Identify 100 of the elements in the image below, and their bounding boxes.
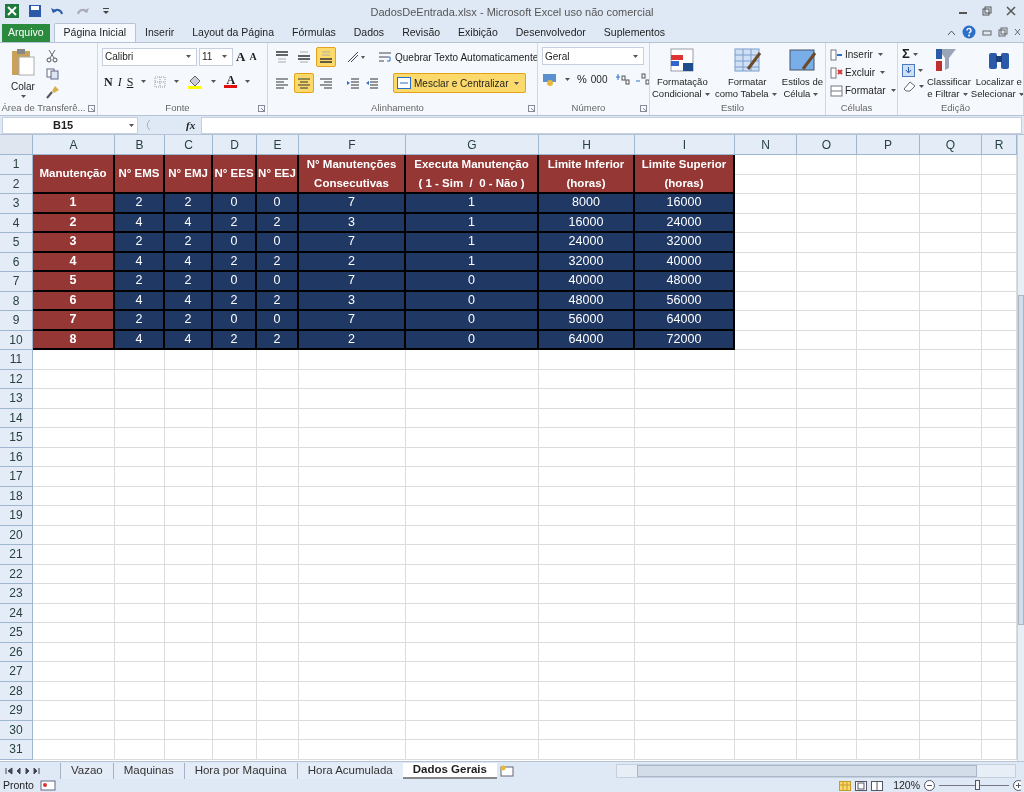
empty-cell[interactable] bbox=[406, 428, 539, 448]
empty-cell[interactable] bbox=[635, 603, 735, 623]
empty-cell[interactable] bbox=[257, 525, 299, 545]
empty-cell[interactable] bbox=[635, 681, 735, 701]
empty-cell[interactable] bbox=[115, 623, 165, 643]
empty-cell[interactable] bbox=[165, 662, 213, 682]
empty-cell[interactable] bbox=[920, 642, 982, 662]
sheet-tab[interactable]: Dados Gerais bbox=[402, 762, 497, 779]
empty-cell[interactable] bbox=[735, 486, 797, 506]
empty-cell[interactable] bbox=[857, 330, 920, 350]
decrease-decimal-icon[interactable] bbox=[635, 73, 649, 86]
empty-cell[interactable] bbox=[920, 350, 982, 370]
empty-cell[interactable] bbox=[406, 408, 539, 428]
row-header[interactable]: 31 bbox=[0, 740, 33, 760]
empty-cell[interactable] bbox=[797, 506, 857, 526]
empty-cell[interactable] bbox=[797, 525, 857, 545]
ribbon-tab[interactable]: Dados bbox=[344, 23, 394, 42]
empty-cell[interactable] bbox=[797, 330, 857, 350]
row-header[interactable]: 19 bbox=[0, 506, 33, 526]
empty-cell[interactable] bbox=[213, 389, 257, 409]
empty-cell[interactable] bbox=[797, 350, 857, 370]
empty-cell[interactable] bbox=[539, 506, 635, 526]
empty-cell[interactable] bbox=[539, 408, 635, 428]
help-icon[interactable] bbox=[962, 25, 976, 39]
empty-cell[interactable] bbox=[797, 584, 857, 604]
empty-cell[interactable] bbox=[735, 603, 797, 623]
empty-cell[interactable] bbox=[213, 740, 257, 760]
empty-cell[interactable] bbox=[857, 681, 920, 701]
empty-cell[interactable] bbox=[920, 623, 982, 643]
font-name-dropdown[interactable]: Calibri bbox=[102, 47, 197, 66]
empty-cell[interactable] bbox=[797, 740, 857, 760]
empty-cell[interactable] bbox=[406, 486, 539, 506]
empty-cell[interactable] bbox=[635, 545, 735, 565]
empty-cell[interactable] bbox=[735, 447, 797, 467]
empty-cell[interactable] bbox=[257, 584, 299, 604]
sheet-tab[interactable]: Maquinas bbox=[112, 762, 184, 779]
ribbon-tab[interactable]: Desenvolvedor bbox=[506, 23, 595, 42]
empty-cell[interactable] bbox=[165, 720, 213, 740]
paste-button[interactable]: Colar bbox=[4, 47, 42, 101]
empty-cell[interactable] bbox=[920, 291, 982, 311]
empty-cell[interactable] bbox=[213, 545, 257, 565]
empty-cell[interactable] bbox=[735, 642, 797, 662]
empty-cell[interactable] bbox=[257, 447, 299, 467]
empty-cell[interactable] bbox=[213, 486, 257, 506]
empty-cell[interactable] bbox=[920, 389, 982, 409]
empty-cell[interactable] bbox=[165, 623, 213, 643]
empty-cell[interactable] bbox=[857, 467, 920, 487]
find-select-button[interactable]: Localizar e Selecionar bbox=[970, 47, 1023, 101]
empty-cell[interactable] bbox=[406, 740, 539, 760]
empty-cell[interactable] bbox=[299, 408, 406, 428]
empty-cell[interactable] bbox=[115, 681, 165, 701]
empty-cell[interactable] bbox=[735, 701, 797, 721]
font-color-button[interactable]: A bbox=[224, 75, 238, 88]
empty-cell[interactable] bbox=[115, 428, 165, 448]
empty-cell[interactable] bbox=[635, 740, 735, 760]
empty-cell[interactable] bbox=[635, 720, 735, 740]
empty-cell[interactable] bbox=[299, 486, 406, 506]
column-header[interactable]: O bbox=[797, 135, 857, 155]
empty-cell[interactable] bbox=[735, 174, 797, 194]
empty-cell[interactable] bbox=[213, 369, 257, 389]
empty-cell[interactable] bbox=[257, 369, 299, 389]
empty-cell[interactable] bbox=[115, 642, 165, 662]
empty-cell[interactable] bbox=[797, 545, 857, 565]
empty-cell[interactable] bbox=[857, 233, 920, 253]
empty-cell[interactable] bbox=[539, 350, 635, 370]
empty-cell[interactable] bbox=[299, 584, 406, 604]
empty-cell[interactable] bbox=[920, 662, 982, 682]
empty-cell[interactable] bbox=[213, 447, 257, 467]
empty-cell[interactable] bbox=[539, 389, 635, 409]
empty-cell[interactable] bbox=[539, 525, 635, 545]
empty-cell[interactable] bbox=[115, 369, 165, 389]
empty-cell[interactable] bbox=[797, 701, 857, 721]
empty-cell[interactable] bbox=[857, 701, 920, 721]
empty-cell[interactable] bbox=[797, 389, 857, 409]
empty-cell[interactable] bbox=[257, 681, 299, 701]
empty-cell[interactable] bbox=[735, 545, 797, 565]
empty-cell[interactable] bbox=[735, 662, 797, 682]
column-header[interactable]: B bbox=[115, 135, 165, 155]
empty-cell[interactable] bbox=[857, 155, 920, 175]
empty-cell[interactable] bbox=[539, 564, 635, 584]
empty-cell[interactable] bbox=[857, 525, 920, 545]
empty-cell[interactable] bbox=[299, 603, 406, 623]
shrink-font-button[interactable]: A bbox=[248, 49, 258, 65]
empty-cell[interactable] bbox=[635, 584, 735, 604]
percent-button[interactable]: % bbox=[577, 71, 587, 88]
dialog-launcher-icon[interactable] bbox=[88, 105, 95, 112]
ribbon-tab[interactable]: Inserir bbox=[136, 23, 184, 42]
empty-cell[interactable] bbox=[257, 740, 299, 760]
empty-cell[interactable] bbox=[539, 486, 635, 506]
empty-cell[interactable] bbox=[797, 642, 857, 662]
borders-icon[interactable] bbox=[154, 75, 167, 88]
empty-cell[interactable] bbox=[213, 720, 257, 740]
empty-cell[interactable] bbox=[165, 428, 213, 448]
empty-cell[interactable] bbox=[735, 584, 797, 604]
empty-cell[interactable] bbox=[857, 720, 920, 740]
empty-cell[interactable] bbox=[115, 662, 165, 682]
empty-cell[interactable] bbox=[165, 740, 213, 760]
autosum-button[interactable]: Σ bbox=[902, 47, 927, 61]
increase-indent-icon[interactable] bbox=[365, 77, 379, 89]
empty-cell[interactable] bbox=[920, 525, 982, 545]
